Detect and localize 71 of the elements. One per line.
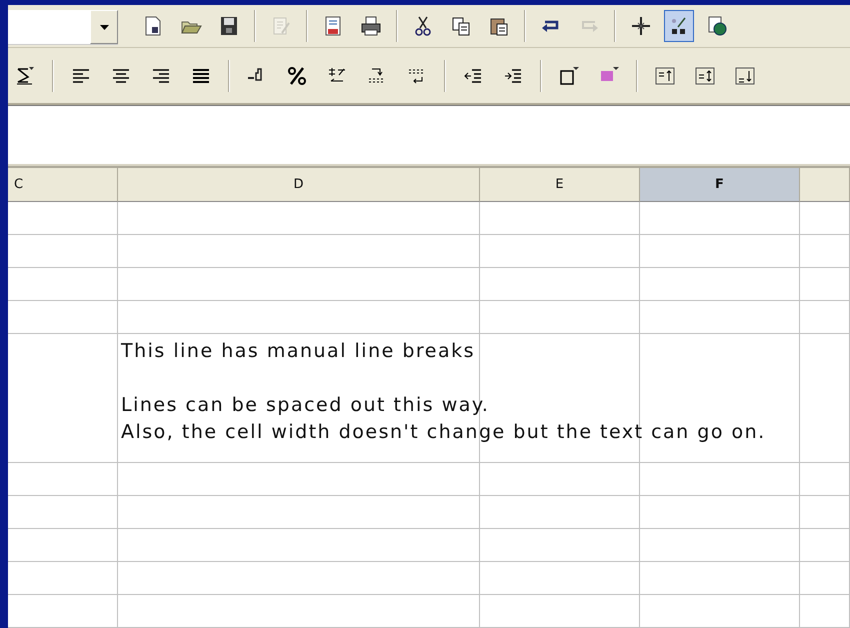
table-cell[interactable] xyxy=(800,463,850,496)
table-cell[interactable] xyxy=(480,529,640,562)
table-cell[interactable] xyxy=(640,235,800,268)
drawing-button[interactable] xyxy=(664,10,694,42)
table-cell[interactable] xyxy=(118,301,480,334)
table-cell[interactable] xyxy=(480,463,640,496)
table-cell[interactable] xyxy=(640,463,800,496)
align-bottom-icon xyxy=(734,64,756,86)
align-top-icon xyxy=(654,64,676,86)
table-cell[interactable] xyxy=(480,301,640,334)
table-cell[interactable] xyxy=(800,529,850,562)
align-middle-icon xyxy=(694,64,716,86)
table-cell[interactable] xyxy=(118,496,480,529)
font-color-icon xyxy=(14,64,36,86)
table-cell[interactable] xyxy=(8,334,118,463)
compass-icon xyxy=(630,15,652,37)
table-cell[interactable] xyxy=(118,529,480,562)
table-cell[interactable] xyxy=(8,562,118,595)
copy-icon xyxy=(450,15,472,37)
table-cell[interactable] xyxy=(8,463,118,496)
borders-icon xyxy=(558,64,580,86)
table-cell[interactable] xyxy=(480,562,640,595)
table-cell[interactable] xyxy=(118,562,480,595)
table-cell[interactable] xyxy=(800,595,850,628)
column-header[interactable] xyxy=(800,166,850,202)
dropdown-button[interactable] xyxy=(90,10,118,44)
table-cell[interactable] xyxy=(480,202,640,235)
cell-text-line: Also, the cell width doesn't change but the text can go on. xyxy=(121,420,766,445)
table-cell[interactable] xyxy=(118,235,480,268)
table-cell[interactable] xyxy=(800,235,850,268)
table-cell[interactable] xyxy=(640,562,800,595)
cell-text-line: This line has manual line breaks xyxy=(121,339,476,364)
table-cell[interactable] xyxy=(800,334,850,463)
table-cell[interactable] xyxy=(640,334,800,463)
printer-icon xyxy=(360,15,382,37)
table-cell[interactable] xyxy=(8,496,118,529)
table-cell[interactable] xyxy=(480,496,640,529)
table-cell[interactable] xyxy=(640,301,800,334)
column-header[interactable]: E xyxy=(480,166,640,202)
table-cell[interactable] xyxy=(800,496,850,529)
column-header[interactable]: F xyxy=(640,166,800,202)
table-cell[interactable] xyxy=(800,301,850,334)
table-cell[interactable] xyxy=(118,268,480,301)
table-cell[interactable] xyxy=(8,202,118,235)
table-cell[interactable] xyxy=(640,595,800,628)
globe-document-icon xyxy=(706,15,728,37)
percent-icon xyxy=(286,64,308,86)
table-cell[interactable] xyxy=(640,202,800,235)
column-header[interactable]: C xyxy=(8,166,118,202)
table-cell[interactable] xyxy=(8,301,118,334)
table-cell[interactable] xyxy=(118,595,480,628)
cell-text-line: Lines can be spaced out this way. xyxy=(121,393,490,418)
column-header[interactable]: D xyxy=(118,166,480,202)
caret-icon xyxy=(100,24,108,30)
table-cell[interactable] xyxy=(118,463,480,496)
name-box-field[interactable] xyxy=(8,10,118,45)
table-cell[interactable] xyxy=(8,235,118,268)
table-cell[interactable] xyxy=(640,529,800,562)
table-cell[interactable] xyxy=(640,268,800,301)
table-cell[interactable] xyxy=(8,529,118,562)
table-cell[interactable] xyxy=(118,202,480,235)
table-cell[interactable] xyxy=(8,268,118,301)
table-cell[interactable] xyxy=(800,562,850,595)
table-cell[interactable] xyxy=(480,595,640,628)
table-cell[interactable] xyxy=(800,202,850,235)
table-cell[interactable] xyxy=(480,235,640,268)
table-cell[interactable] xyxy=(800,268,850,301)
table-cell[interactable] xyxy=(640,496,800,529)
table-cell[interactable] xyxy=(480,268,640,301)
formula-bar-field[interactable] xyxy=(8,105,850,166)
table-cell[interactable] xyxy=(8,595,118,628)
